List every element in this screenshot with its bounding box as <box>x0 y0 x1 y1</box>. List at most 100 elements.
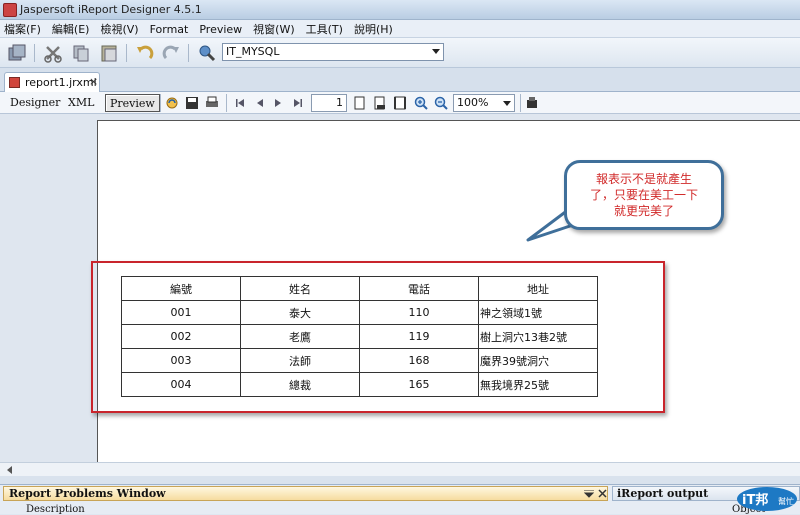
print-button[interactable] <box>204 95 220 111</box>
zoom-value: 100% <box>457 96 489 109</box>
scroll-left-icon[interactable] <box>6 466 14 474</box>
save-all-icon <box>8 44 26 61</box>
datasource-button[interactable] <box>196 42 218 64</box>
document-tab-bar: report1.jrxml × <box>0 68 800 92</box>
menu-view[interactable]: 檢視(V) <box>100 21 138 37</box>
prev-page-button[interactable] <box>252 95 268 111</box>
horizontal-scrollbar[interactable] <box>0 462 800 476</box>
fit-page-icon <box>374 96 385 110</box>
menu-format[interactable]: Format <box>150 23 189 36</box>
annotation-bubble: 報表示不是就產生 了，只要在美工一下 就更完美了 <box>564 160 724 230</box>
zoom-out-button[interactable] <box>433 95 449 111</box>
tab-close-icon[interactable]: × <box>89 75 98 88</box>
undo-icon <box>137 45 154 60</box>
save-button[interactable] <box>184 95 200 111</box>
page-icon <box>354 96 365 110</box>
menu-file[interactable]: 檔案(F) <box>4 21 41 37</box>
toolbar-separator <box>188 44 189 62</box>
fit-page-button[interactable] <box>372 95 388 111</box>
menu-tools[interactable]: 工具(T) <box>306 21 343 37</box>
menu-window[interactable]: 視窗(W) <box>253 21 294 37</box>
table-header-row: 編號 姓名 電話 地址 <box>121 276 598 301</box>
annotation-line: 就更完美了 <box>613 204 674 218</box>
toolbar-separator <box>126 44 127 62</box>
window-title: Jaspersoft iReport Designer 4.5.1 <box>20 3 202 16</box>
tab-xml[interactable]: XML <box>64 94 98 112</box>
last-page-icon <box>294 99 302 107</box>
export-button[interactable] <box>524 95 540 111</box>
connection-select[interactable]: IT_MYSQL <box>222 43 444 61</box>
report-file-icon <box>9 77 20 88</box>
cell-id: 004 <box>121 372 241 397</box>
tab-report-problems[interactable]: Report Problems Window <box>3 486 608 501</box>
datasource-icon <box>199 45 216 62</box>
first-page-icon <box>236 99 244 107</box>
cell-name: 泰大 <box>240 300 360 325</box>
header-cell-name: 姓名 <box>240 276 360 301</box>
prev-page-icon <box>257 99 263 107</box>
toolbar-separator <box>226 94 227 112</box>
tab-designer[interactable]: Designer <box>6 94 64 112</box>
next-page-button[interactable] <box>270 95 286 111</box>
cut-button[interactable] <box>42 42 64 64</box>
toolbar-separator <box>520 94 521 112</box>
main-toolbar: IT_MYSQL <box>0 38 800 68</box>
tab-label: report1.jrxml <box>25 76 97 89</box>
undo-button[interactable] <box>134 42 156 64</box>
menu-bar: 檔案(F) 編輯(E) 檢視(V) Format Preview 視窗(W) 工… <box>0 20 800 38</box>
annotation-line: 了，只要在美工一下 <box>589 188 698 202</box>
ithome-logo: iT邦 幫忙 <box>737 487 797 511</box>
print-icon <box>206 96 218 107</box>
save-all-button[interactable] <box>6 42 28 64</box>
chevron-down-icon <box>503 101 511 106</box>
tab-preview[interactable]: Preview <box>105 94 160 112</box>
menu-help[interactable]: 說明(H) <box>354 21 393 37</box>
reload-button[interactable] <box>164 95 180 111</box>
menu-preview[interactable]: Preview <box>199 23 242 36</box>
fit-width-icon <box>394 96 406 110</box>
actual-size-button[interactable] <box>352 95 368 111</box>
logo-sub: 幫忙 <box>778 496 794 506</box>
cell-phone: 165 <box>359 372 479 397</box>
zoom-in-icon <box>414 96 428 110</box>
fit-width-button[interactable] <box>392 95 408 111</box>
dropdown-icon[interactable] <box>584 490 594 498</box>
save-icon <box>186 97 198 109</box>
cut-icon <box>44 46 62 63</box>
cell-id: 003 <box>121 348 241 373</box>
cell-address: 神之領域1號 <box>478 300 598 325</box>
page-number-input[interactable]: 1 <box>311 94 347 112</box>
header-cell-id: 編號 <box>121 276 241 301</box>
header-cell-address: 地址 <box>478 276 598 301</box>
copy-button[interactable] <box>70 42 92 64</box>
cell-phone: 119 <box>359 324 479 349</box>
chevron-down-icon <box>432 49 440 54</box>
toolbar-separator <box>160 94 161 112</box>
column-header-description[interactable]: Description <box>26 504 85 515</box>
report-table: 編號 姓名 電話 地址 001 泰大 110 神之領域1號 002 老鷹 119… <box>121 276 598 397</box>
paste-button[interactable] <box>98 42 120 64</box>
cell-phone: 110 <box>359 300 479 325</box>
zoom-select[interactable]: 100% <box>453 94 515 112</box>
last-page-button[interactable] <box>290 95 306 111</box>
next-page-icon <box>275 99 281 107</box>
redo-button[interactable] <box>160 42 182 64</box>
export-icon <box>527 97 537 108</box>
cell-id: 002 <box>121 324 241 349</box>
redo-icon <box>162 45 179 60</box>
zoom-in-button[interactable] <box>413 95 429 111</box>
cell-address: 樹上洞穴13巷2號 <box>478 324 598 349</box>
table-row: 004 總裁 165 無我境界25號 <box>121 372 598 397</box>
panel-divider <box>0 476 800 484</box>
header-cell-phone: 電話 <box>359 276 479 301</box>
toolbar-separator <box>34 44 35 62</box>
cell-id: 001 <box>121 300 241 325</box>
annotation-line: 報表示不是就產生 <box>595 172 692 186</box>
preview-toolbar: Designer XML Preview 1 100% <box>0 92 800 114</box>
logo-text: iT邦 <box>742 492 768 508</box>
menu-edit[interactable]: 編輯(E) <box>52 21 90 37</box>
first-page-button[interactable] <box>232 95 248 111</box>
cell-phone: 168 <box>359 348 479 373</box>
tab-report1[interactable]: report1.jrxml × <box>4 72 100 92</box>
close-icon[interactable] <box>598 489 607 498</box>
